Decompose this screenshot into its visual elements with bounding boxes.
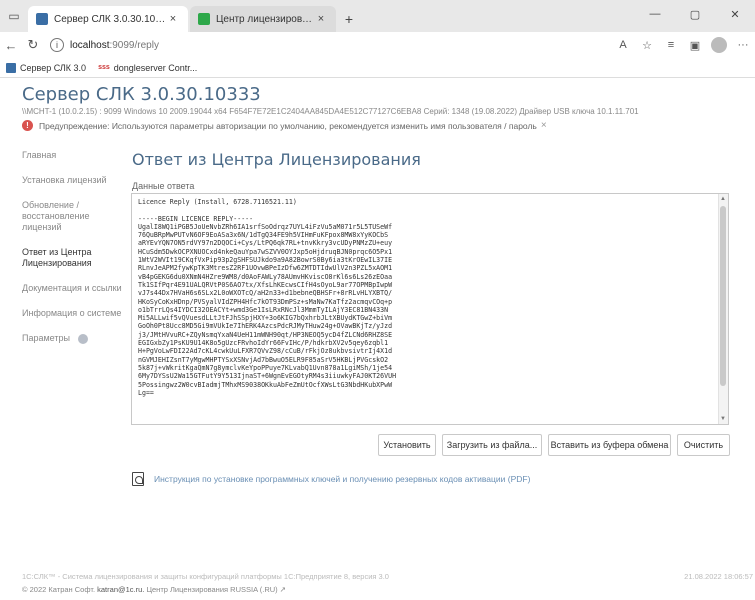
- reply-data-text: Licence Reply (Install, 6728.7116521.11)…: [138, 198, 397, 397]
- reply-data-textarea[interactable]: Licence Reply (Install, 6728.7116521.11)…: [131, 193, 729, 425]
- bookmarks-bar: Сервер СЛК 3.0 sss dongleserver Contr...: [0, 58, 755, 78]
- scroll-up-icon[interactable]: ▲: [719, 195, 727, 203]
- tab-licensing-center[interactable]: Центр лицензирования СЛК ×: [190, 6, 336, 32]
- gear-icon: [77, 333, 88, 344]
- footer-product-info: 1С:СЛК™ - Система лицензирования и защит…: [22, 572, 389, 581]
- address-bar: ← ↻ i localhost:9099/reply A ☆ ≡ ▣ ···: [0, 32, 755, 58]
- external-link-icon: ↗: [279, 585, 287, 594]
- pdf-instructions-link[interactable]: Инструкция по установке программных ключ…: [132, 472, 530, 486]
- tab-title: Сервер СЛК 3.0.30.10333: [54, 13, 166, 25]
- clear-button[interactable]: Очистить: [677, 434, 730, 456]
- sidebar-item-label: Параметры: [22, 333, 70, 343]
- warning-close-icon[interactable]: ×: [541, 120, 547, 131]
- favorites-bar-icon[interactable]: ≡: [659, 34, 683, 56]
- url-host: localhost: [70, 39, 110, 51]
- server-info: \\MCHT-1 (10.0.2.15) : 9099 Windows 10 2…: [22, 107, 639, 116]
- sidebar-item-update-licenses[interactable]: Обновление / восстановление лицензий: [22, 200, 122, 233]
- tab-close-icon[interactable]: ×: [314, 13, 328, 25]
- new-tab-button[interactable]: +: [338, 6, 360, 32]
- install-button[interactable]: Установить: [378, 434, 436, 456]
- read-aloud-icon[interactable]: A: [611, 34, 635, 56]
- tab-slk-server[interactable]: Сервер СЛК 3.0.30.10333 ×: [28, 6, 188, 32]
- warning-icon: !: [22, 120, 33, 131]
- url-path: :9099/reply: [109, 39, 159, 51]
- pdf-icon: [132, 472, 144, 486]
- site-info-icon[interactable]: i: [50, 38, 64, 52]
- footer-timestamp: 21.08.2022 18:06:57: [684, 572, 753, 581]
- footer-copyright: © 2022 Катран Софт. katran@1c.ru. Центр …: [22, 585, 286, 594]
- email-link[interactable]: katran@1c.ru.: [97, 585, 144, 594]
- copyright-text: © 2022 Катран Софт.: [22, 585, 96, 594]
- tab-actions-icon[interactable]: ▭: [0, 0, 28, 32]
- sidebar-item-system-info[interactable]: Информация о системе: [22, 308, 122, 319]
- action-buttons: Установить Загрузить из файла... Вставит…: [0, 434, 755, 456]
- sidebar-item-settings[interactable]: Параметры: [22, 333, 122, 344]
- sidebar: Главная Установка лицензий Обновление / …: [22, 150, 122, 358]
- licensing-center-link[interactable]: Центр Лицензирования RUSSIA (.RU): [146, 585, 277, 594]
- scroll-down-icon[interactable]: ▼: [719, 415, 727, 423]
- minimize-button[interactable]: —: [635, 0, 675, 28]
- reply-data-label: Данные ответа: [132, 181, 195, 191]
- default-credentials-warning: ! Предупреждение: Используются параметры…: [22, 120, 547, 131]
- close-window-button[interactable]: ✕: [715, 0, 755, 28]
- warning-text: Предупреждение: Используются параметры а…: [39, 120, 537, 131]
- maximize-button[interactable]: ▢: [675, 0, 715, 28]
- sidebar-item-docs[interactable]: Документация и ссылки: [22, 283, 122, 294]
- refresh-icon[interactable]: ↻: [22, 34, 44, 56]
- bookmark-label: Сервер СЛК 3.0: [20, 62, 87, 73]
- bookmark-favicon-icon: [6, 62, 16, 73]
- licensing-favicon-icon: [198, 13, 210, 25]
- profile-button[interactable]: [707, 34, 731, 56]
- footer: 1С:СЛК™ - Система лицензирования и защит…: [22, 572, 755, 581]
- tab-close-icon[interactable]: ×: [166, 13, 180, 25]
- main-heading: Ответ из Центра Лицензирования: [132, 150, 421, 169]
- sidebar-item-install-licenses[interactable]: Установка лицензий: [22, 175, 122, 186]
- avatar: [711, 37, 727, 53]
- bookmark-dongleserver[interactable]: sss dongleserver Contr...: [98, 63, 197, 73]
- browser-tabbar: ▭ Сервер СЛК 3.0.30.10333 × Центр лиценз…: [0, 0, 755, 32]
- more-menu-icon[interactable]: ···: [731, 34, 755, 56]
- sidebar-item-licensing-reply[interactable]: Ответ из Центра Лицензирования: [22, 247, 122, 269]
- page-title: Сервер СЛК 3.0.30.10333: [22, 84, 261, 105]
- bookmark-slk-server[interactable]: Сервер СЛК 3.0: [6, 62, 87, 73]
- sidebar-item-home[interactable]: Главная: [22, 150, 122, 161]
- bookmark-favicon-icon: sss: [98, 64, 110, 71]
- bookmark-label: dongleserver Contr...: [113, 62, 198, 73]
- textarea-scrollbar[interactable]: ▲ ▼: [718, 194, 728, 424]
- scrollbar-thumb[interactable]: [720, 206, 726, 386]
- load-from-file-button[interactable]: Загрузить из файла...: [442, 434, 542, 456]
- url-field[interactable]: i localhost:9099/reply: [44, 34, 611, 56]
- slk-favicon-icon: [36, 13, 48, 25]
- collections-icon[interactable]: ▣: [683, 34, 707, 56]
- paste-from-clipboard-button[interactable]: Вставить из буфера обмена: [548, 434, 671, 456]
- favorites-star-icon[interactable]: ☆: [635, 34, 659, 56]
- tab-title: Центр лицензирования СЛК: [216, 13, 314, 25]
- back-arrow-icon[interactable]: ←: [0, 34, 22, 56]
- pdf-link-text: Инструкция по установке программных ключ…: [154, 474, 531, 484]
